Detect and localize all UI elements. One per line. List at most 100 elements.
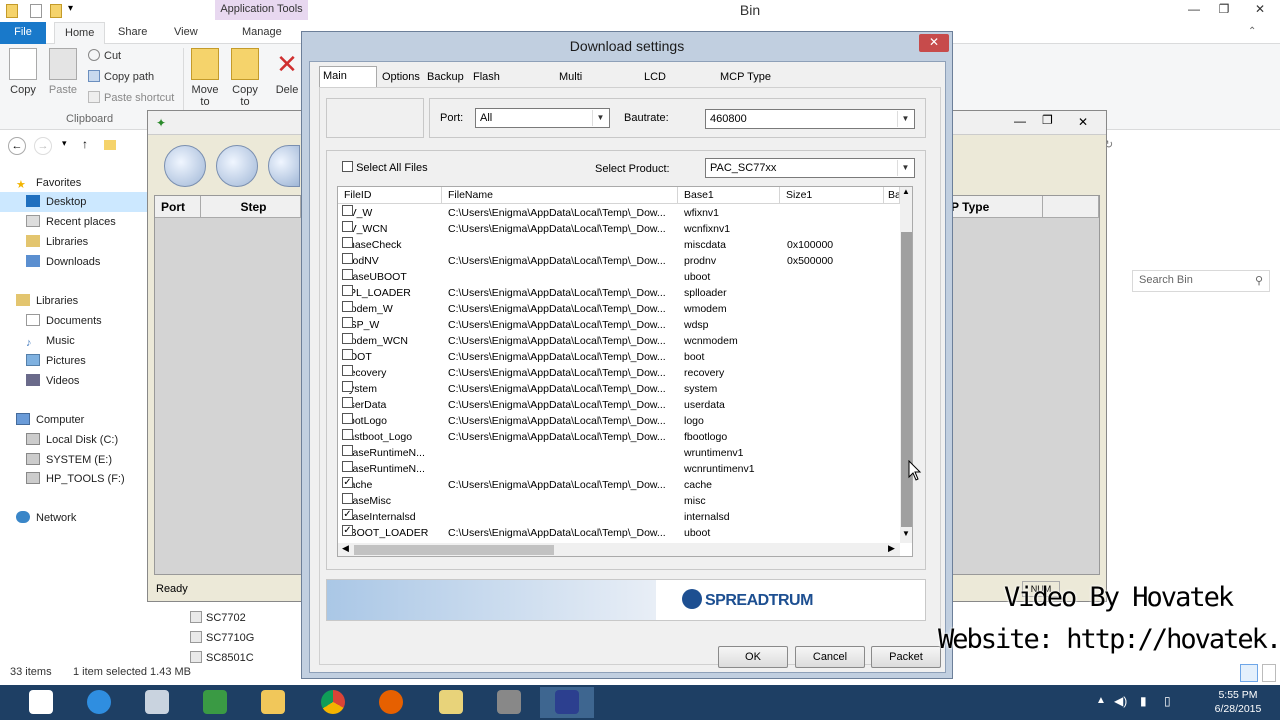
horizontal-scrollbar[interactable]: ◀ ▶ [338,543,900,556]
nav-favorites[interactable]: ★ Favorites [0,173,150,193]
tab-lcd-configure[interactable]: LCD Configure [641,68,715,102]
table-row[interactable]: EraseUBOOT uboot [338,269,898,285]
paste-button[interactable]: Paste [45,48,81,104]
tab-view[interactable]: View [164,22,208,44]
table-row[interactable]: Fastboot_Logo C:\Users\Enigma\AppData\Loc… [338,429,898,445]
quick-access-toolbar[interactable]: ▾ [6,3,76,19]
row-checkbox[interactable] [342,493,353,504]
taskbar-ie-icon[interactable] [78,687,120,718]
taskbar-clock[interactable]: 5:55 PM 6/28/2015 [1200,688,1276,716]
row-checkbox[interactable] [342,349,353,360]
table-row[interactable]: NV_W C:\Users\Enigma\AppData\Local\Temp\_… [338,205,898,221]
row-checkbox[interactable] [342,317,353,328]
load-packet-gear-icon[interactable] [164,145,206,187]
new-folder-icon[interactable] [50,4,62,18]
close-button[interactable]: ✕ [1064,112,1102,132]
paste-shortcut-button[interactable]: Paste shortcut [88,89,174,109]
back-button[interactable]: ← [8,137,26,155]
table-row[interactable]: ✓ Cache C:\Users\Enigma\AppData\Local\Tem… [338,477,898,493]
tab-flash-operations[interactable]: Flash Operations [470,68,554,102]
table-row[interactable]: EraseMisc misc [338,493,898,509]
nav-network[interactable]: Network [0,508,150,528]
col-header-size1[interactable]: Size1 [780,187,884,204]
copy-path-button[interactable]: Copy path [88,68,154,88]
row-checkbox[interactable] [342,301,353,312]
row-checkbox[interactable]: ✓ [342,477,353,488]
tab-multi-languages[interactable]: Multi Languages [556,68,638,102]
delete-button[interactable]: ✕ Dele [272,48,302,104]
row-checkbox[interactable] [342,205,353,216]
scroll-left-icon[interactable]: ◀ [342,543,349,554]
nav-music[interactable]: ♪ Music [0,331,150,351]
maximize-button[interactable]: ❐ [1042,113,1053,127]
taskbar-folder-icon[interactable] [430,687,472,718]
volume-icon[interactable]: ◀) [1114,694,1127,708]
table-row[interactable]: DSP_W C:\Users\Enigma\AppData\Local\Temp\… [338,317,898,333]
battery-icon[interactable]: ▯ [1164,694,1171,708]
customize-qat-icon[interactable]: ▾ [68,3,73,14]
collapse-ribbon-icon[interactable]: ⌃ [1248,26,1256,37]
baudrate-select[interactable]: 460800 ▼ [705,109,915,129]
taskbar-firefox-icon[interactable] [370,687,412,718]
row-checkbox[interactable]: ✓ [342,509,353,520]
tab-options[interactable]: Options [379,68,421,88]
row-checkbox[interactable] [342,285,353,296]
table-row[interactable]: NV_WCN C:\Users\Enigma\AppData\Local\Temp… [338,221,898,237]
close-button[interactable]: ✕ [1240,0,1280,20]
table-row[interactable]: UserData C:\Users\Enigma\AppData\Local\Te… [338,397,898,413]
cut-button[interactable]: Cut [88,47,121,67]
row-checkbox[interactable] [342,365,353,376]
row-checkbox[interactable] [342,221,353,232]
nav-pictures[interactable]: Pictures [0,351,150,371]
table-row[interactable]: ProdNV C:\Users\Enigma\AppData\Local\Temp… [338,253,898,269]
up-button[interactable]: ↑ [82,137,88,151]
minimize-button[interactable]: — [1180,0,1208,20]
row-checkbox[interactable] [342,445,353,456]
taskbar-explorer-icon[interactable] [252,687,294,718]
select-all-files-checkbox[interactable]: Select All Files [342,161,428,175]
col-header-base1[interactable]: Base1 [678,187,780,204]
move-to-button[interactable]: Move to [188,48,222,108]
table-row[interactable]: ✓ EraseInternalsd internalsd [338,509,898,525]
col-header-fileid[interactable]: FileID [338,187,442,204]
show-hidden-icons[interactable]: ▲ [1096,695,1106,706]
taskbar-recorder-icon[interactable] [488,687,530,718]
tab-main-page[interactable]: Main Page [319,66,377,101]
taskbar-chart-icon[interactable] [194,687,236,718]
tab-home[interactable]: Home [54,22,106,44]
row-checkbox[interactable] [342,253,353,264]
col-header-ba[interactable]: Ba [884,187,900,204]
nav-libraries-fav[interactable]: Libraries [0,232,150,252]
table-row[interactable]: PhaseCheck miscdata 0x100000 [338,237,898,253]
table-row[interactable]: System C:\Users\Enigma\AppData\Local\Temp… [338,381,898,397]
network-icon[interactable]: ▮ [1140,694,1147,708]
forward-button[interactable]: → [34,137,52,155]
nav-hp-tools[interactable]: HP_TOOLS (F:) [0,469,150,489]
properties-icon[interactable] [30,4,42,18]
tab-share[interactable]: Share [108,22,157,44]
table-row[interactable]: ✓ UBOOT_LOADER C:\Users\Enigma\AppData\Lo… [338,525,898,541]
table-row[interactable]: EraseRuntimeN... wruntimenv1 [338,445,898,461]
packet-button[interactable]: Packet [871,646,941,668]
nav-desktop[interactable]: Desktop [0,192,150,212]
table-row[interactable]: BOOT C:\Users\Enigma\AppData\Local\Temp\_… [338,349,898,365]
row-checkbox[interactable] [342,461,353,472]
scroll-right-icon[interactable]: ▶ [888,543,895,554]
nav-downloads[interactable]: Downloads [0,252,150,272]
cancel-button[interactable]: Cancel [795,646,865,668]
row-checkbox[interactable] [342,397,353,408]
row-checkbox[interactable]: ✓ [342,525,353,536]
row-checkbox[interactable] [342,413,353,424]
nav-videos[interactable]: Videos [0,371,150,391]
table-row[interactable]: EraseRuntimeN... wcnruntimenv1 [338,461,898,477]
scroll-thumb[interactable] [901,232,912,527]
tab-manage[interactable]: Manage [232,22,292,44]
search-input[interactable]: Search Bin ⚲ [1132,270,1270,292]
product-select[interactable]: PAC_SC77xx ▼ [705,158,915,178]
taskbar-chrome-icon[interactable] [312,687,354,718]
taskbar-app-icon[interactable] [136,687,178,718]
table-row[interactable]: Modem_W C:\Users\Enigma\AppData\Local\Tem… [338,301,898,317]
ok-button[interactable]: OK [718,646,788,668]
tab-backup[interactable]: Backup [424,68,468,88]
nav-libraries[interactable]: Libraries [0,291,150,311]
